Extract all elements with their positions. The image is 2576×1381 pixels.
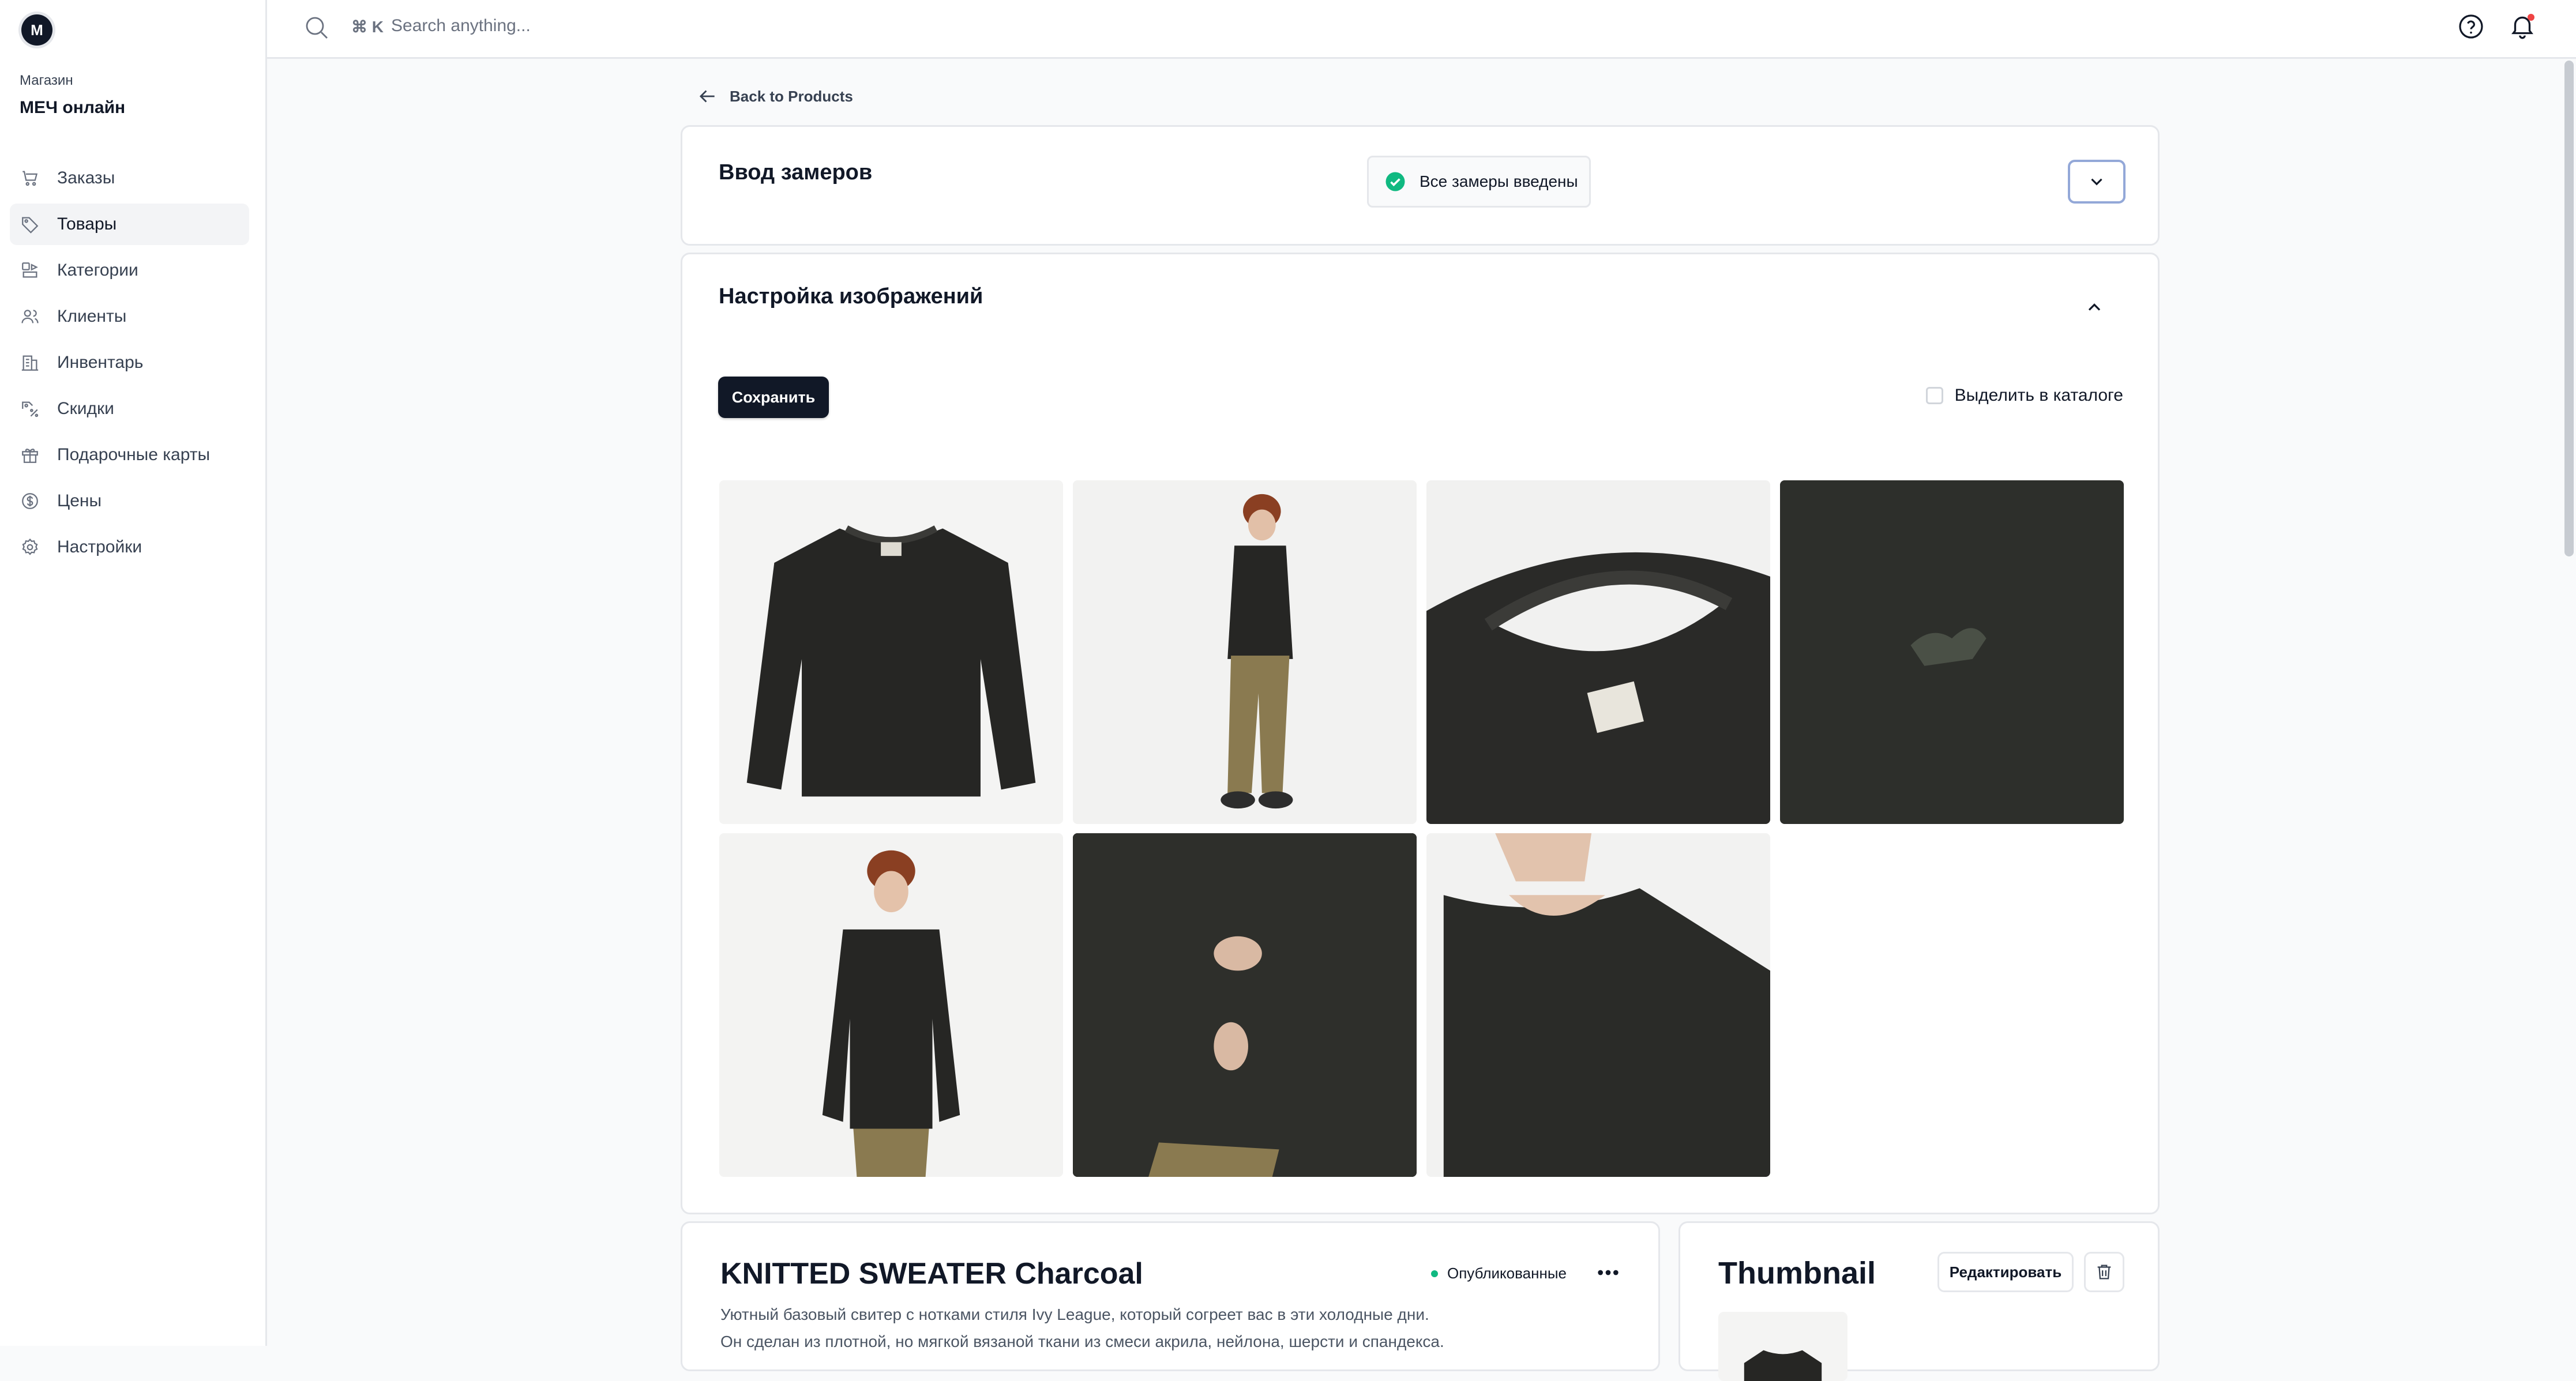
product-card: KNITTED SWEATER Charcoal Опубликованные … bbox=[681, 1221, 1660, 1371]
store-name[interactable]: МЕЧ онлайн bbox=[20, 98, 125, 118]
sidebar-item-gift-cards[interactable]: Подарочные карты bbox=[10, 434, 249, 476]
image-tile[interactable] bbox=[1426, 833, 1770, 1177]
sidebar-item-products[interactable]: Товары bbox=[10, 204, 249, 245]
status-dot bbox=[1431, 1270, 1438, 1277]
image-tile[interactable] bbox=[1426, 480, 1770, 824]
measurements-status-text: Все замеры введены bbox=[1420, 172, 1578, 190]
images-section-title: Настройка изображений bbox=[719, 284, 983, 308]
page-scrollbar[interactable] bbox=[2564, 61, 2574, 556]
search-shortcut: ⌘ K bbox=[351, 18, 384, 36]
image-tile[interactable] bbox=[1780, 480, 2124, 824]
search-input[interactable] bbox=[390, 13, 854, 39]
image-tile[interactable] bbox=[719, 833, 1063, 1177]
image-tile[interactable] bbox=[1073, 833, 1417, 1177]
sidebar-item-prices[interactable]: Цены bbox=[10, 480, 249, 522]
sidebar-item-label: Категории bbox=[57, 261, 138, 280]
categories-icon bbox=[22, 262, 38, 278]
store-avatar[interactable]: M bbox=[21, 14, 52, 46]
building-icon bbox=[21, 355, 39, 371]
sidebar-item-inventory[interactable]: Инвентарь bbox=[10, 342, 249, 383]
product-description-line-2: Он сделан из плотной, но мягкой вязаной … bbox=[720, 1333, 1444, 1350]
sidebar: M Магазин МЕЧ онлайн Заказы Товары Катег… bbox=[0, 0, 267, 1346]
sidebar-item-label: Инвентарь bbox=[57, 353, 144, 372]
feature-label: Выделить в каталоге bbox=[1954, 386, 2123, 405]
feature-checkbox[interactable] bbox=[1925, 387, 1943, 404]
delete-thumbnail-button[interactable] bbox=[2084, 1252, 2124, 1292]
product-title: KNITTED SWEATER Charcoal bbox=[720, 1257, 1143, 1290]
image-tile[interactable] bbox=[719, 480, 1063, 824]
status-badge: Опубликованные bbox=[1431, 1265, 1567, 1282]
gear-icon bbox=[22, 538, 38, 555]
back-to-products-link[interactable]: Back to Products bbox=[696, 85, 853, 107]
image-tile[interactable] bbox=[1073, 480, 1417, 824]
sweater-thumbnail-image bbox=[1718, 1312, 1847, 1381]
measurements-title: Ввод замеров bbox=[719, 160, 873, 185]
edit-thumbnail-button[interactable]: Редактировать bbox=[1937, 1252, 2074, 1292]
thumbnail-card: Thumbnail Редактировать bbox=[1678, 1221, 2160, 1381]
sidebar-nav: Заказы Товары Категории Клиенты Инвентар… bbox=[10, 157, 249, 573]
sidebar-item-categories[interactable]: Категории bbox=[10, 250, 249, 291]
knit-texture-image bbox=[1780, 480, 2124, 824]
cart-icon bbox=[22, 171, 38, 186]
more-options-icon[interactable] bbox=[1594, 1261, 1623, 1284]
sidebar-item-label: Подарочные карты bbox=[57, 445, 211, 464]
sidebar-item-label: Заказы bbox=[57, 168, 115, 187]
notification-dot bbox=[2528, 14, 2534, 21]
sleeve-detail-image bbox=[1073, 833, 1417, 1177]
image-grid bbox=[719, 480, 2124, 1177]
model-side-image bbox=[1073, 480, 1417, 824]
sidebar-item-customers[interactable]: Клиенты bbox=[10, 296, 249, 337]
chevron-down-icon bbox=[2091, 178, 2102, 186]
arrow-left-icon bbox=[699, 90, 715, 103]
status-text: Опубликованные bbox=[1447, 1265, 1567, 1282]
gift-icon bbox=[22, 449, 38, 463]
sidebar-item-label: Цены bbox=[57, 491, 102, 510]
back-label: Back to Products bbox=[730, 87, 853, 105]
chevron-up-icon[interactable] bbox=[2084, 297, 2105, 318]
dollar-icon bbox=[22, 493, 38, 509]
search-icon[interactable] bbox=[303, 14, 331, 42]
discount-icon bbox=[22, 401, 39, 417]
sidebar-item-settings[interactable]: Настройки bbox=[10, 526, 249, 568]
thumbnail-preview[interactable] bbox=[1718, 1312, 1847, 1381]
sidebar-item-orders[interactable]: Заказы bbox=[10, 157, 249, 199]
sidebar-item-label: Скидки bbox=[57, 399, 114, 418]
sidebar-item-label: Клиенты bbox=[57, 307, 127, 326]
store-caption: Магазин bbox=[20, 73, 73, 88]
tag-icon bbox=[22, 217, 39, 234]
topbar: ⌘ K bbox=[267, 0, 2576, 59]
images-card: Настройка изображений Сохранить Выделить… bbox=[681, 253, 2160, 1214]
model-front-image bbox=[719, 833, 1063, 1177]
sweater-flat-image bbox=[719, 480, 1063, 824]
measurements-status-badge: Все замеры введены bbox=[1367, 156, 1591, 208]
trash-icon bbox=[2097, 1265, 2111, 1280]
check-circle-icon bbox=[1385, 172, 1405, 191]
model-crop-image bbox=[1426, 833, 1770, 1177]
help-icon[interactable] bbox=[2457, 13, 2485, 40]
product-description-line-1: Уютный базовый свитер с нотками стиля Iv… bbox=[720, 1305, 1429, 1323]
collar-label-image bbox=[1426, 480, 1770, 824]
sidebar-item-label: Настройки bbox=[57, 537, 142, 556]
sidebar-item-label: Товары bbox=[57, 215, 117, 234]
save-button[interactable]: Сохранить bbox=[718, 377, 829, 418]
measurements-expand-button[interactable] bbox=[2068, 160, 2126, 204]
users-icon bbox=[21, 310, 39, 323]
sidebar-item-discounts[interactable]: Скидки bbox=[10, 388, 249, 430]
feature-in-catalog-toggle[interactable]: Выделить в каталоге bbox=[1925, 386, 2123, 405]
measurements-card: Ввод замеров Все замеры введены bbox=[681, 125, 2160, 246]
thumbnail-title: Thumbnail bbox=[1718, 1256, 1876, 1290]
